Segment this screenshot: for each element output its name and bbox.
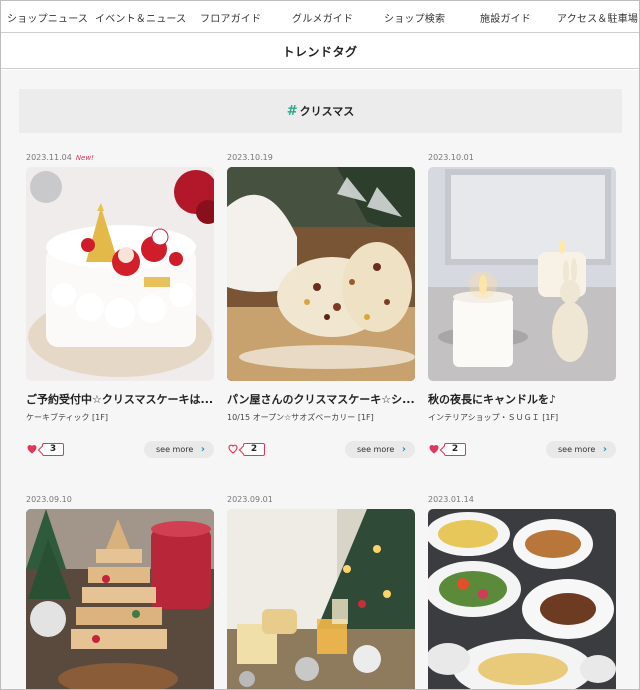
stollen-icon[interactable] <box>227 167 415 381</box>
see-more-label: see more <box>156 445 194 454</box>
card-shop: ケーキブティック [1F] <box>26 413 108 422</box>
article-card[interactable]: 2023.11.04 New! ご予約受付中☆クリスマスケーキは... ケーキブ… <box>26 153 214 461</box>
card-shop: インテリアショップ・ＳＵＧＩ [1F] <box>428 413 559 422</box>
card-title[interactable]: パン屋さんのクリスマスケーキ☆シ... <box>227 391 415 407</box>
christmas-table-icon[interactable] <box>227 509 415 689</box>
content-area: # クリスマス 2023.11.04 New! ご予約受付中☆クリスマスケーキは… <box>1 70 639 689</box>
page-header: トレンドタグ <box>1 33 639 69</box>
card-date-row: 2023.10.01 <box>428 153 616 167</box>
see-more-button[interactable]: see more › <box>144 441 214 458</box>
card-date: 2023.11.04 <box>26 153 72 162</box>
nav-gourmet-guide[interactable]: グルメガイド <box>292 10 353 25</box>
article-card[interactable]: 2023.10.19 パン屋さんのクリスマスケーキ☆シ... 10/15 オープ… <box>227 153 415 461</box>
nav-events-news[interactable]: イベント＆ニュース <box>95 10 186 25</box>
card-date-row: 2023.09.01 <box>227 495 415 509</box>
tag-heading: # クリスマス <box>287 103 355 119</box>
tag-banner: # クリスマス <box>19 89 622 133</box>
nav-access-parking[interactable]: アクセス＆駐車場 <box>557 10 638 25</box>
new-badge: New! <box>75 154 94 162</box>
nav-shop-news[interactable]: ショップニュース <box>7 10 88 25</box>
heart-icon[interactable] <box>26 443 38 455</box>
card-date: 2023.09.01 <box>227 495 273 504</box>
card-shop: 10/15 オープン☆サオズベーカリー [1F] <box>227 413 374 422</box>
like-count: 2 <box>243 443 265 456</box>
article-card[interactable]: 2023.09.10 <box>26 495 214 689</box>
nav-shop-search[interactable]: ショップ検索 <box>384 10 445 25</box>
card-date-row: 2023.09.10 <box>26 495 214 509</box>
card-date: 2023.10.01 <box>428 153 474 162</box>
card-actions: 3 see more › <box>26 441 214 461</box>
nav-facility-guide[interactable]: 施設ガイド <box>480 10 531 25</box>
see-more-label: see more <box>357 445 395 454</box>
christmas-cake-icon[interactable] <box>26 167 214 381</box>
chevron-right-icon: › <box>602 444 607 455</box>
see-more-button[interactable]: see more › <box>345 441 415 458</box>
card-date-row: 2023.10.19 <box>227 153 415 167</box>
page-title: トレンドタグ <box>282 45 358 59</box>
heart-outline-icon[interactable] <box>227 443 239 455</box>
article-card[interactable]: 2023.09.01 <box>227 495 415 689</box>
card-date-row: 2023.11.04 New! <box>26 153 214 167</box>
article-card[interactable]: 2023.01.14 <box>428 495 616 689</box>
card-title[interactable]: 秋の夜長にキャンドルを♪ <box>428 391 616 407</box>
article-card[interactable]: 2023.10.01 秋の夜長にキャンドルを♪ インテリアショップ・ＳＵＧＩ [… <box>428 153 616 461</box>
like-count: 2 <box>444 443 466 456</box>
see-more-button[interactable]: see more › <box>546 441 616 458</box>
top-navigation: ショップニュース イベント＆ニュース フロアガイド グルメガイド ショップ検索 … <box>1 1 639 33</box>
card-actions: 2 see more › <box>428 441 616 461</box>
tag-label: クリスマス <box>299 105 355 118</box>
card-title[interactable]: ご予約受付中☆クリスマスケーキは... <box>26 391 214 407</box>
candle-icon[interactable] <box>428 167 616 381</box>
card-date: 2023.01.14 <box>428 495 474 504</box>
card-date: 2023.10.19 <box>227 153 273 162</box>
card-date-row: 2023.01.14 <box>428 495 616 509</box>
chevron-right-icon: › <box>200 444 205 455</box>
hash-icon: # <box>286 104 298 119</box>
like-count: 3 <box>42 443 64 456</box>
card-date: 2023.09.10 <box>26 495 72 504</box>
heart-icon[interactable] <box>428 443 440 455</box>
dinner-dishes-icon[interactable] <box>428 509 616 689</box>
card-actions: 2 see more › <box>227 441 415 461</box>
see-more-label: see more <box>558 445 596 454</box>
cookie-tree-icon[interactable] <box>26 509 214 689</box>
page-frame: ショップニュース イベント＆ニュース フロアガイド グルメガイド ショップ検索 … <box>0 0 640 690</box>
chevron-right-icon: › <box>401 444 406 455</box>
nav-floor-guide[interactable]: フロアガイド <box>200 10 261 25</box>
